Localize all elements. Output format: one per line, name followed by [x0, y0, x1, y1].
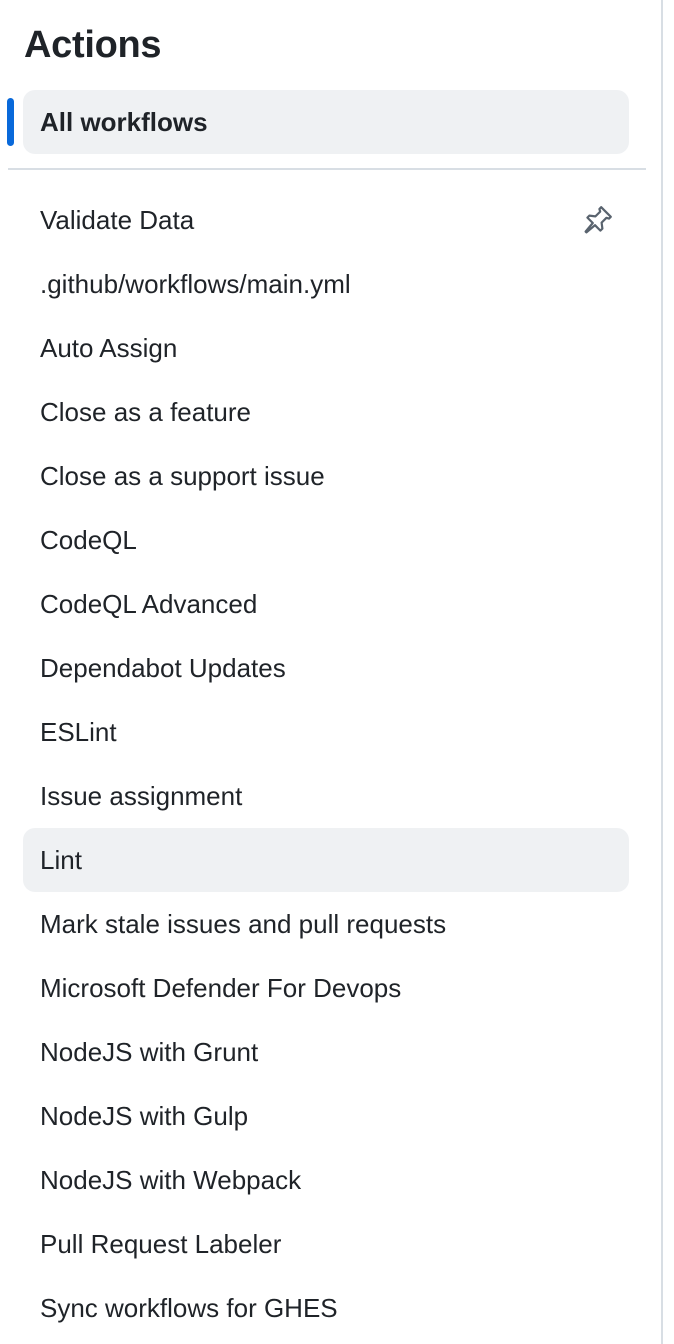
workflow-item-label: Issue assignment [40, 781, 243, 811]
workflow-item-label: Sync workflows for GHES [40, 1293, 338, 1323]
workflow-item-eslint[interactable]: ESLint [23, 700, 629, 764]
workflow-item-main-yml[interactable]: .github/workflows/main.yml [23, 252, 629, 316]
workflow-item-mark-stale[interactable]: Mark stale issues and pull requests [23, 892, 629, 956]
workflow-item-auto-assign[interactable]: Auto Assign [23, 316, 629, 380]
all-workflows-label: All workflows [40, 106, 208, 137]
workflow-item-label: CodeQL [40, 525, 137, 555]
workflow-item-microsoft-defender[interactable]: Microsoft Defender For Devops [23, 956, 629, 1020]
workflow-item-label: Auto Assign [40, 333, 178, 363]
workflow-item-label: NodeJS with Gulp [40, 1101, 249, 1131]
workflow-item-label: Close as a feature [40, 397, 252, 427]
workflow-item-label: Close as a support issue [40, 461, 325, 491]
workflow-item-label: CodeQL Advanced [40, 589, 258, 619]
workflow-item-label: Mark stale issues and pull requests [40, 909, 447, 939]
workflow-item-label: .github/workflows/main.yml [40, 269, 351, 299]
workflow-item-pull-request-labeler[interactable]: Pull Request Labeler [23, 1212, 629, 1276]
workflow-item-dependabot-updates[interactable]: Dependabot Updates [23, 636, 629, 700]
workflow-item-label: Lint [40, 845, 82, 875]
workflow-item-validate-data[interactable]: Validate Data [23, 188, 629, 252]
workflow-item-lint[interactable]: Lint [23, 828, 629, 892]
sidebar-right-border [661, 0, 663, 1344]
workflow-item-label: Dependabot Updates [40, 653, 286, 683]
workflow-item-nodejs-gulp[interactable]: NodeJS with Gulp [23, 1084, 629, 1148]
workflow-item-label: Microsoft Defender For Devops [40, 973, 402, 1003]
workflow-item-nodejs-webpack[interactable]: NodeJS with Webpack [23, 1148, 629, 1212]
workflow-item-label: Validate Data [40, 205, 195, 235]
workflow-list: Validate Data .github/workflows/main.yml… [23, 188, 629, 1340]
pin-icon[interactable] [581, 203, 615, 237]
all-workflows-link[interactable]: All workflows [23, 90, 629, 154]
actions-sidebar: Actions All workflows Validate Data .git… [0, 0, 674, 1344]
page-title: Actions [24, 24, 162, 66]
workflow-item-codeql-advanced[interactable]: CodeQL Advanced [23, 572, 629, 636]
divider [8, 168, 646, 170]
active-indicator [7, 98, 14, 146]
workflow-item-issue-assignment[interactable]: Issue assignment [23, 764, 629, 828]
workflow-item-codeql[interactable]: CodeQL [23, 508, 629, 572]
workflow-item-label: NodeJS with Grunt [40, 1037, 259, 1067]
workflow-item-nodejs-grunt[interactable]: NodeJS with Grunt [23, 1020, 629, 1084]
workflow-item-label: NodeJS with Webpack [40, 1165, 302, 1195]
workflow-item-sync-workflows-ghes[interactable]: Sync workflows for GHES [23, 1276, 629, 1340]
workflow-item-label: Pull Request Labeler [40, 1229, 282, 1259]
workflow-item-label: ESLint [40, 717, 117, 747]
workflow-item-close-as-support-issue[interactable]: Close as a support issue [23, 444, 629, 508]
workflow-item-close-as-feature[interactable]: Close as a feature [23, 380, 629, 444]
